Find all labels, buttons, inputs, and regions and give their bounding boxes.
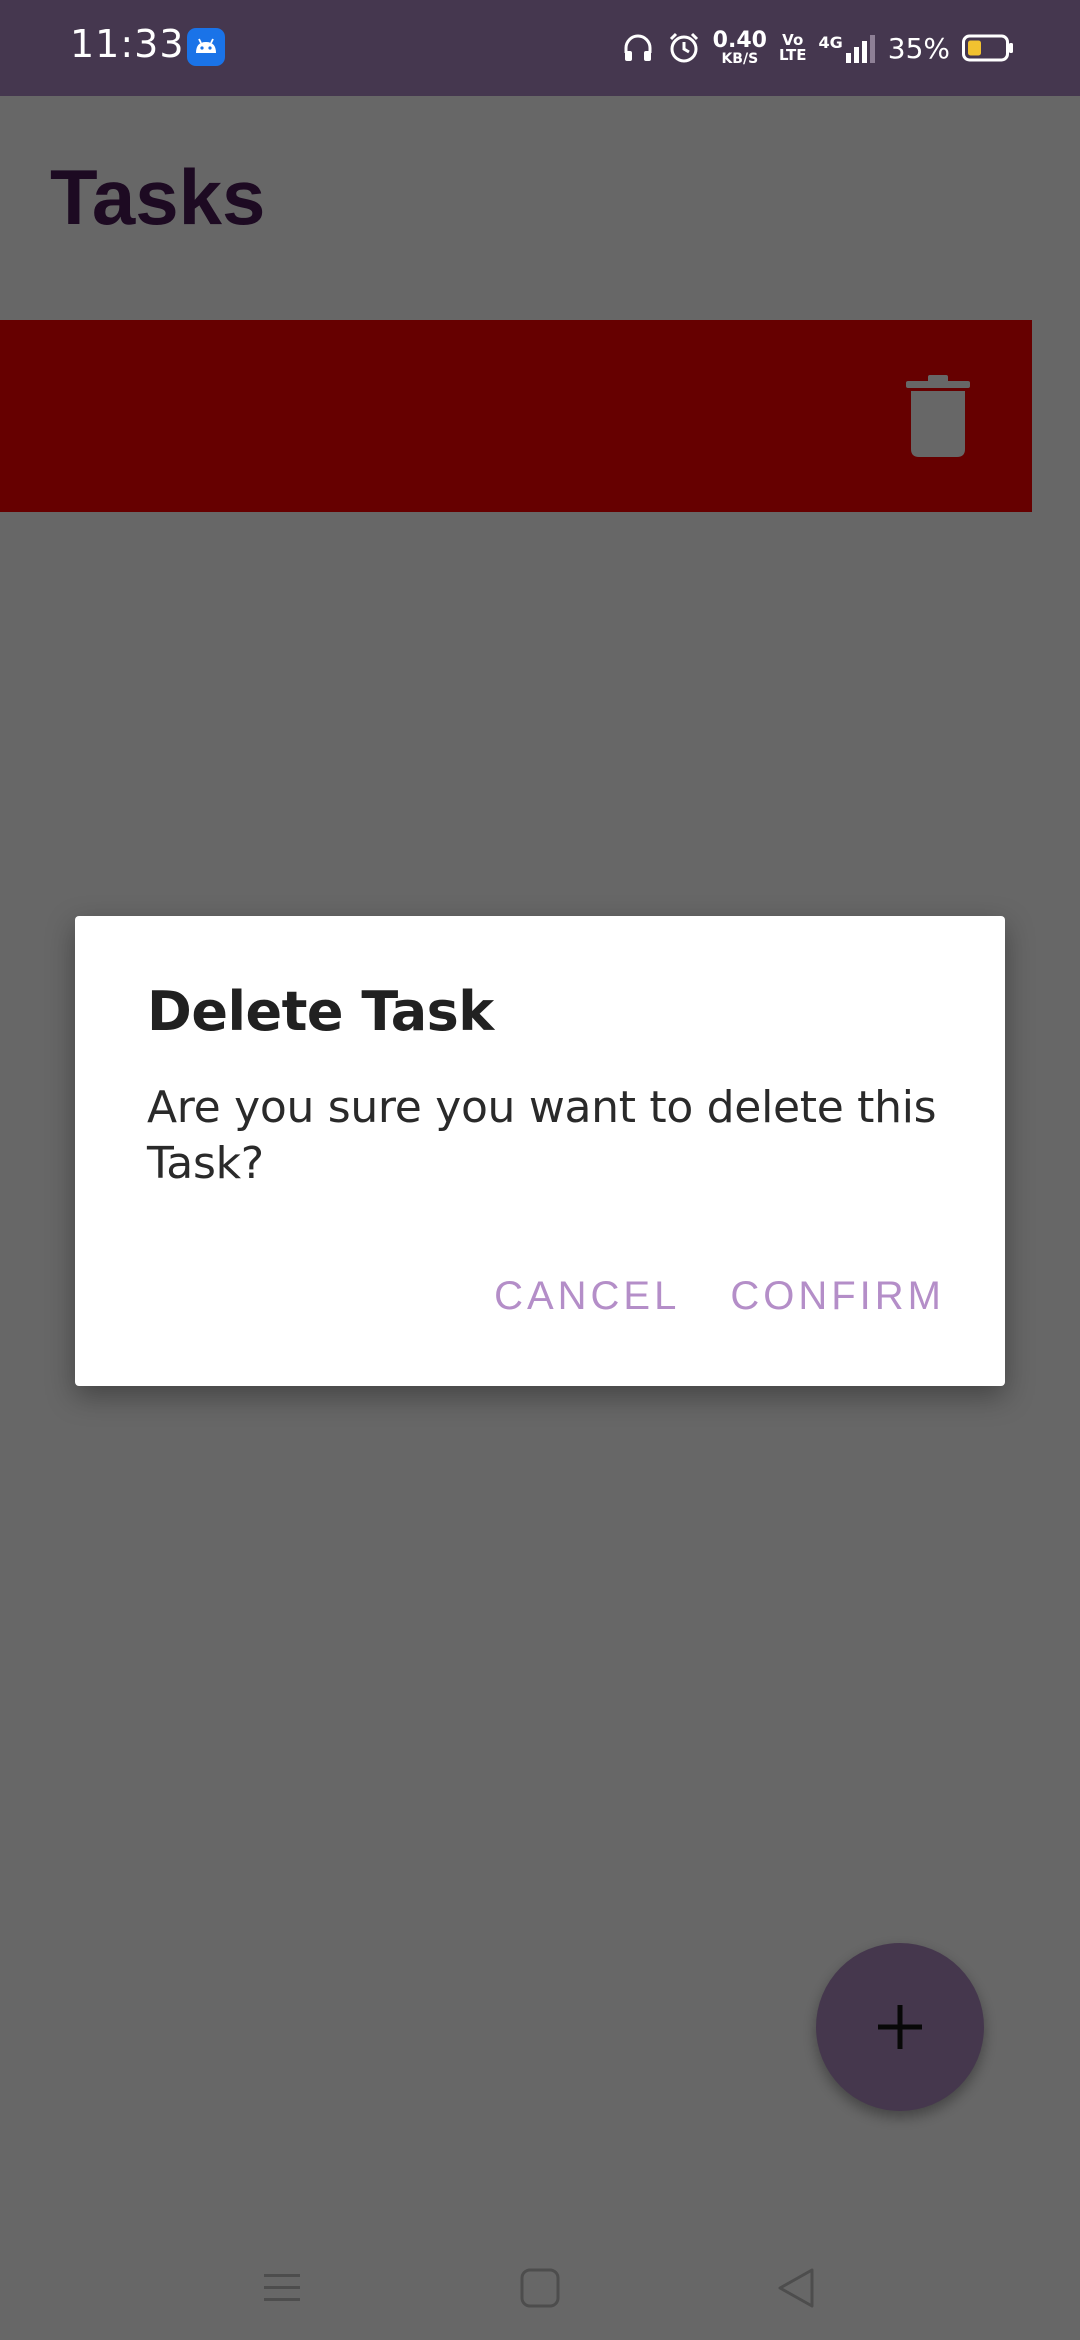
battery-percent: 35% [887, 31, 950, 65]
dialog-actions: CANCEL CONFIRM [494, 1276, 945, 1316]
cancel-button[interactable]: CANCEL [494, 1276, 680, 1316]
android-debug-icon [187, 28, 225, 66]
volte-bottom: LTE [778, 46, 807, 64]
status-time: 11:33 [70, 22, 185, 66]
volte-indicator: Vo LTE [779, 33, 807, 63]
dialog-message: Are you sure you want to delete this Tas… [147, 1082, 937, 1189]
delete-task-dialog: Delete Task Are you sure you want to del… [75, 916, 1005, 1386]
network-speed-value: 0.40 [712, 28, 767, 53]
status-icons: 0.40 KB/S Vo LTE 4G 35% [621, 0, 1014, 96]
network-type: 4G [818, 33, 843, 52]
signal-icon [845, 35, 875, 63]
confirm-button[interactable]: CONFIRM [730, 1276, 945, 1316]
network-speed-unit: KB/S [721, 51, 759, 67]
headphones-icon [624, 34, 652, 61]
battery-icon [962, 34, 1013, 62]
signal-indicator: 4G [819, 33, 876, 63]
dialog-title: Delete Task [147, 980, 494, 1043]
network-speed: 0.40 KB/S [712, 28, 767, 67]
status-bar: 11:33 0.40 KB/S Vo LTE 4G 35% [0, 0, 1080, 96]
alarm-icon [669, 32, 698, 63]
